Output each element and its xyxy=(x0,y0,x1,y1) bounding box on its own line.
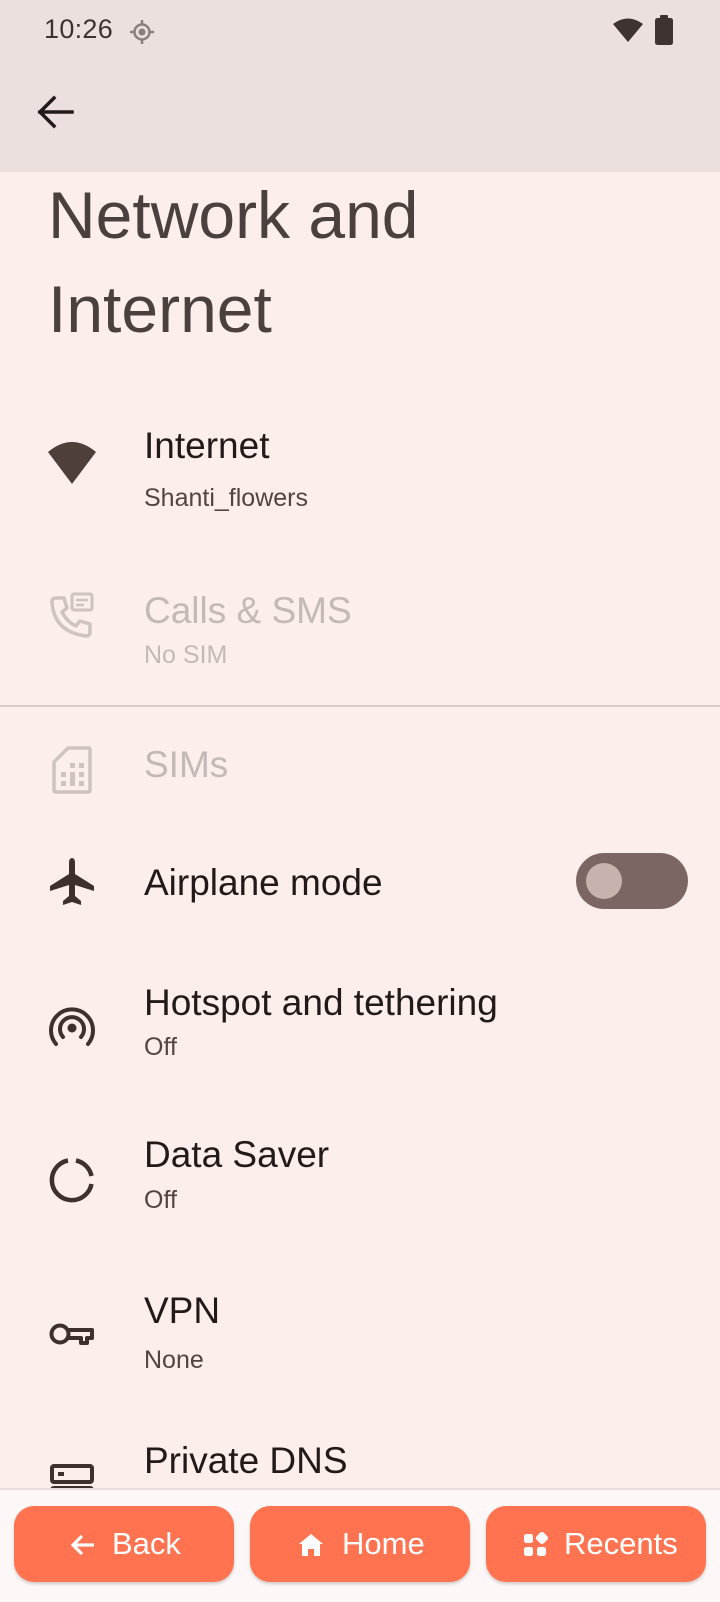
calls-sms-summary: No SIM xyxy=(144,641,228,669)
vpn-summary: None xyxy=(144,1346,204,1374)
hotspot-title: Hotspot and tethering xyxy=(144,982,498,1023)
back-button[interactable]: Back xyxy=(14,1506,234,1582)
status-bar: 10:26 xyxy=(0,0,720,64)
home-button[interactable]: Home xyxy=(250,1506,470,1582)
internet-item[interactable]: Internet Shanti_flowers xyxy=(0,400,720,540)
data-saver-item[interactable]: Data Saver Off xyxy=(0,1114,720,1254)
app-bar xyxy=(0,64,720,172)
recents-button-label: Recents xyxy=(564,1526,678,1561)
private-dns-title: Private DNS xyxy=(144,1440,348,1481)
vpn-title: VPN xyxy=(144,1290,221,1331)
arrow-back-icon xyxy=(70,1534,94,1556)
internet-title: Internet xyxy=(144,425,270,466)
battery-icon xyxy=(655,15,673,45)
status-time: 10:26 xyxy=(44,14,114,44)
toggle-knob xyxy=(586,863,622,899)
sim-card-icon xyxy=(52,746,92,794)
hotspot-summary: Off xyxy=(144,1033,177,1061)
internet-summary: Shanti_flowers xyxy=(144,484,308,512)
dns-icon xyxy=(50,1464,94,1488)
data-saver-title: Data Saver xyxy=(144,1134,330,1175)
location-icon xyxy=(130,20,154,44)
divider xyxy=(0,705,720,707)
home-icon xyxy=(299,1534,323,1556)
back-button-label: Back xyxy=(112,1526,181,1561)
data-saver-summary: Off xyxy=(144,1186,177,1214)
sims-title: SIMs xyxy=(144,744,229,785)
wifi-icon xyxy=(48,442,96,484)
key-icon xyxy=(49,1323,94,1345)
hotspot-icon xyxy=(49,1007,95,1046)
airplane-mode-toggle[interactable] xyxy=(576,853,688,909)
data-saver-icon xyxy=(49,1158,94,1203)
arrow-back-icon[interactable] xyxy=(34,90,78,134)
recents-icon xyxy=(524,1532,548,1556)
private-dns-item[interactable]: Private DNS xyxy=(0,1420,720,1488)
vpn-item[interactable]: VPN None xyxy=(0,1268,720,1408)
calls-sms-item: Calls & SMS No SIM xyxy=(0,556,720,696)
airplane-icon xyxy=(50,858,94,905)
home-button-label: Home xyxy=(342,1526,425,1561)
airplane-mode-title: Airplane mode xyxy=(144,862,383,903)
page-title: Network and Internet xyxy=(48,178,419,346)
calls-sms-title: Calls & SMS xyxy=(144,590,352,631)
wifi-icon xyxy=(613,18,643,42)
hotspot-item[interactable]: Hotspot and tethering Off xyxy=(0,960,720,1100)
recents-button[interactable]: Recents xyxy=(486,1506,706,1582)
phone-forward-icon xyxy=(50,592,94,638)
navigation-bar: Back Home Recents xyxy=(0,1488,720,1602)
